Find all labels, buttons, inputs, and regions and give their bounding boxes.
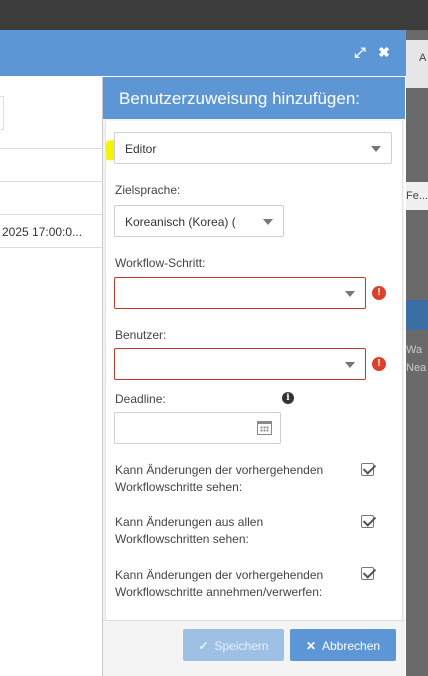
checkbox-label-accept-reject: Kann Änderungen der vorhergehenden Workf… (115, 568, 324, 599)
close-icon: ✕ (305, 639, 316, 653)
checkbox-label-see-previous: Kann Änderungen der vorhergehenden Workf… (115, 463, 324, 494)
user-select[interactable] (114, 348, 366, 380)
deadline-date-input[interactable] (114, 412, 281, 444)
deadline-label: Deadline: (115, 392, 166, 406)
dialog-header: ⤢ ✖ (0, 30, 406, 76)
calendar-icon[interactable] (257, 421, 272, 435)
chevron-down-icon (345, 362, 355, 368)
cancel-button[interactable]: ✕ Abbrechen (290, 629, 396, 661)
error-icon: ! (372, 286, 386, 300)
checkbox-accept-reject[interactable] (361, 567, 374, 580)
close-icon[interactable]: ✖ (376, 44, 392, 60)
chevron-down-icon (263, 219, 273, 225)
background-row: Fe... (404, 182, 428, 210)
checkmark-icon: ✓ (198, 639, 209, 653)
info-icon[interactable]: i (282, 392, 294, 404)
background-text-2: Nea (406, 362, 427, 374)
panel-title: Benutzerzuweisung hinzufügen: (103, 77, 405, 119)
dialog-table-header (0, 148, 104, 182)
background-tab[interactable]: A (404, 40, 428, 88)
maximize-icon[interactable]: ⤢ (352, 44, 368, 60)
page-top-bar (0, 0, 428, 30)
dialog-table-row[interactable]: 2025 17:00:0... (0, 214, 104, 248)
save-button[interactable]: ✓ Speichern (183, 629, 284, 661)
chevron-down-icon (371, 146, 381, 152)
target-language-label: Zielsprache: (115, 183, 181, 197)
workflow-step-select[interactable] (114, 277, 366, 309)
user-label: Benutzer: (115, 328, 167, 342)
dialog-input-edge[interactable] (0, 96, 4, 130)
panel-footer: ✓ Speichern ✕ Abbrechen (103, 620, 405, 676)
checkbox-see-all[interactable] (361, 515, 374, 528)
role-select[interactable]: Editor (114, 132, 392, 164)
target-language-select[interactable]: Koreanisch (Korea) ( (114, 205, 284, 237)
background-page: A Fe... Wa Nea (404, 30, 428, 676)
checkbox-see-previous[interactable] (361, 463, 374, 476)
checkbox-label-see-all: Kann Änderungen aus allen Workflowschrit… (115, 515, 264, 546)
background-blue-block (404, 300, 428, 330)
error-icon: ! (372, 357, 386, 371)
workflow-step-label: Workflow-Schritt: (115, 256, 206, 270)
chevron-down-icon (345, 291, 355, 297)
background-text-1: Wa (406, 344, 423, 356)
